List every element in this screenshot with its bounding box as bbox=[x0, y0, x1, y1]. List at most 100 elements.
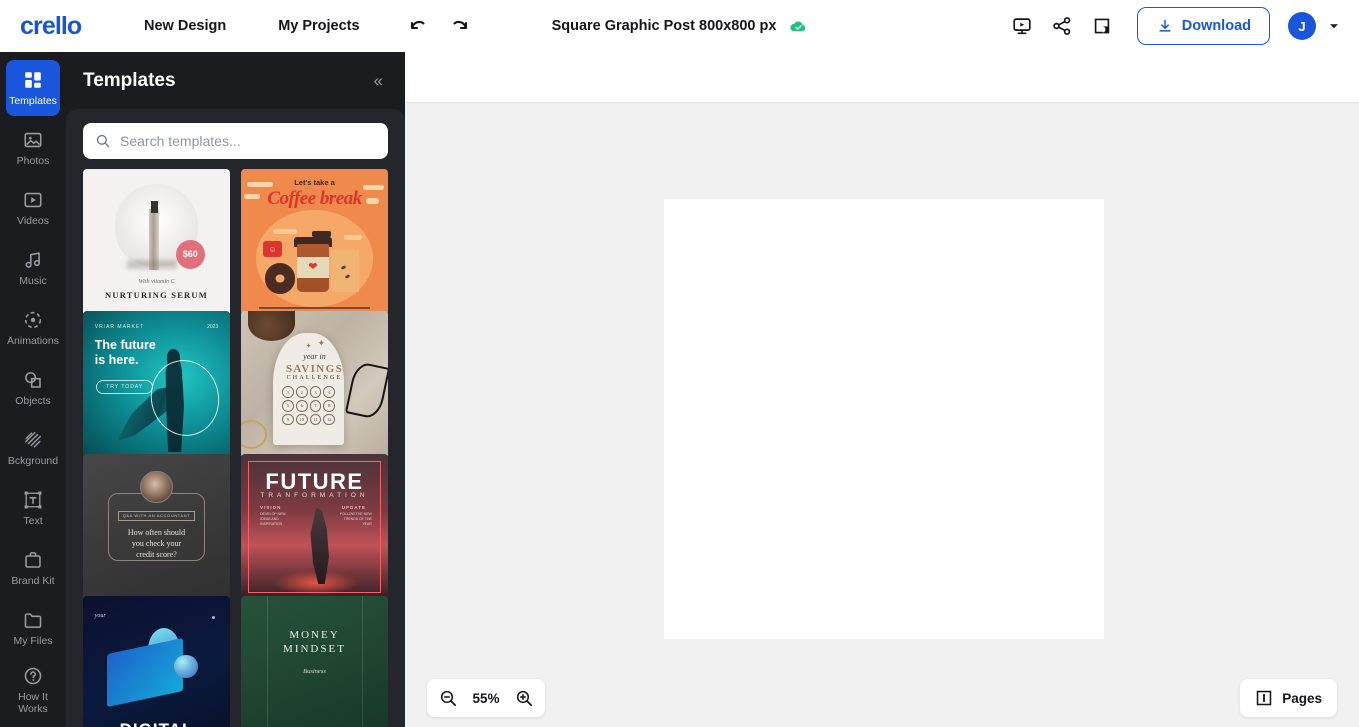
sidebar-item-label: Videos bbox=[17, 214, 49, 227]
search-input[interactable] bbox=[120, 133, 376, 149]
zoom-out-button[interactable] bbox=[437, 687, 459, 709]
template-title-text: MONEY MINDSET bbox=[283, 629, 346, 656]
zoom-in-button[interactable] bbox=[513, 687, 535, 709]
template-sub-text: TRANFORMATION bbox=[260, 491, 369, 499]
template-kicker-right: 2023 bbox=[207, 324, 219, 331]
avatar[interactable]: J bbox=[1288, 12, 1316, 40]
sidebar-item-label: How It Works bbox=[18, 691, 48, 715]
panel-header: Templates « bbox=[66, 52, 405, 109]
challenge-number: 11 bbox=[309, 413, 322, 426]
design-canvas[interactable] bbox=[664, 199, 1104, 639]
template-title-text: Coffee break bbox=[267, 188, 362, 210]
template-card[interactable]: Q&A WITH AN ACCOUNTANT How often should … bbox=[83, 453, 230, 601]
sidebar-item-label: Objects bbox=[15, 394, 51, 407]
present-button[interactable] bbox=[1007, 11, 1037, 41]
pages-button[interactable]: Pages bbox=[1240, 679, 1337, 717]
animation-icon bbox=[24, 311, 42, 328]
table-line bbox=[258, 307, 371, 309]
save-icon bbox=[1094, 18, 1109, 34]
template-button-text: TRY TODAY bbox=[96, 380, 154, 395]
redo-button[interactable] bbox=[446, 12, 474, 40]
music-note-icon bbox=[25, 252, 41, 268]
crello-logo[interactable]: crello bbox=[20, 13, 106, 38]
canvas-stage: 55% Pages bbox=[405, 52, 1359, 727]
orb-sphere bbox=[174, 654, 198, 679]
panel-content: $60 With vitamin C NURTURING SERUM Let' bbox=[66, 109, 405, 727]
editor-body: Templates Photos Videos Music Animations… bbox=[0, 52, 1359, 727]
template-card[interactable]: MONEY MINDSET Business bbox=[241, 595, 388, 727]
sparkle-icon: ✦ bbox=[317, 337, 325, 348]
zoom-control: 55% bbox=[427, 679, 545, 717]
template-card[interactable]: your DIGITAL bbox=[83, 595, 230, 727]
template-card[interactable]: ✦ ✦ year in SAVINGS CHALLENGE 1 2 3 4 5 … bbox=[241, 311, 388, 459]
zoom-in-icon bbox=[516, 690, 532, 706]
template-title-text: FUTURE bbox=[265, 469, 364, 495]
template-right-text: FOLLOW THE NEW TRENDS OF THE YEAR bbox=[340, 512, 372, 527]
header-actions: Download J bbox=[997, 7, 1359, 45]
challenge-number: 7 bbox=[309, 399, 322, 412]
sidebar-item-background[interactable]: Bckground bbox=[6, 420, 60, 476]
undo-button[interactable] bbox=[404, 12, 432, 40]
challenge-number: 8 bbox=[323, 399, 336, 412]
download-button[interactable]: Download bbox=[1136, 7, 1270, 45]
sidebar-item-label: Photos bbox=[16, 154, 50, 167]
text-box-icon bbox=[24, 491, 42, 509]
sidebar-item-label: Templates bbox=[9, 94, 57, 107]
document-title-area: Square Graphic Post 800x800 px bbox=[552, 17, 808, 35]
new-design-button[interactable]: New Design bbox=[134, 10, 236, 42]
template-card[interactable]: Let's take a Coffee break ❤ ☺ bbox=[241, 169, 388, 316]
grid-icon bbox=[25, 71, 41, 88]
templates-grid: $60 With vitamin C NURTURING SERUM Let's… bbox=[66, 169, 405, 727]
caret-down-icon[interactable] bbox=[1327, 19, 1341, 33]
sidebar-item-animations[interactable]: Animations bbox=[6, 300, 60, 356]
cup-sleeve: ❤ bbox=[296, 257, 330, 278]
pages-icon bbox=[1256, 690, 1272, 706]
sidebar-item-label: Animations bbox=[7, 334, 59, 347]
template-kicker-text: Let's take a bbox=[294, 177, 335, 187]
dot-decor bbox=[212, 616, 216, 620]
challenge-number: 1 bbox=[282, 386, 294, 398]
sidebar-item-text[interactable]: Text bbox=[6, 480, 60, 536]
app-header: crello New Design My Projects Square Gra… bbox=[0, 0, 1359, 52]
sidebar-item-photos[interactable]: Photos bbox=[6, 120, 60, 176]
template-title-text: SAVINGS bbox=[285, 362, 344, 375]
template-right-label: UPDATE bbox=[341, 504, 366, 510]
zoom-out-icon bbox=[440, 690, 456, 706]
template-kicker-text: your bbox=[94, 613, 106, 620]
coffee-bag bbox=[330, 249, 359, 293]
sidebar-item-my-files[interactable]: My Files bbox=[6, 600, 60, 656]
video-icon bbox=[24, 192, 42, 207]
template-card[interactable]: $60 With vitamin C NURTURING SERUM bbox=[83, 169, 230, 316]
image-icon bbox=[24, 132, 42, 147]
save-button[interactable] bbox=[1087, 11, 1117, 41]
document-title[interactable]: Square Graphic Post 800x800 px bbox=[552, 18, 777, 34]
zoom-value: 55% bbox=[472, 690, 500, 706]
challenge-number: 3 bbox=[309, 386, 322, 398]
challenge-number: 4 bbox=[323, 386, 336, 398]
sidebar-item-how-it-works[interactable]: How It Works bbox=[6, 660, 60, 720]
search-box[interactable] bbox=[83, 123, 388, 159]
template-card[interactable]: VR/AR MARKET 2023 The future is here. TR… bbox=[83, 311, 230, 459]
tag-box: Q&A WITH AN ACCOUNTANT bbox=[118, 510, 195, 522]
download-label: Download bbox=[1181, 18, 1251, 34]
question-icon bbox=[24, 667, 42, 685]
collapse-panel-button[interactable]: « bbox=[370, 68, 387, 93]
sidebar-item-templates[interactable]: Templates bbox=[6, 60, 60, 116]
serum-cap bbox=[151, 201, 158, 214]
sidebar-item-objects[interactable]: Objects bbox=[6, 360, 60, 416]
donut bbox=[264, 263, 296, 294]
sidebar-item-videos[interactable]: Videos bbox=[6, 180, 60, 236]
share-button[interactable] bbox=[1047, 11, 1077, 41]
template-title-text: DIGITAL bbox=[89, 720, 224, 727]
sidebar-item-brand-kit[interactable]: Brand Kit bbox=[6, 540, 60, 596]
canvas-area: 55% Pages bbox=[405, 103, 1359, 727]
card-shape bbox=[106, 637, 183, 707]
search-icon bbox=[96, 134, 110, 148]
template-card[interactable]: FUTURE TRANFORMATION VISION DEVELOP NEW … bbox=[241, 453, 388, 601]
portrait-avatar bbox=[140, 471, 173, 504]
hatch-icon bbox=[24, 431, 42, 448]
my-projects-button[interactable]: My Projects bbox=[268, 10, 369, 42]
sidebar-item-music[interactable]: Music bbox=[6, 240, 60, 296]
templates-panel: Templates « Search templates... $60 With… bbox=[66, 52, 405, 727]
template-title-text: The future is here. bbox=[94, 337, 156, 367]
